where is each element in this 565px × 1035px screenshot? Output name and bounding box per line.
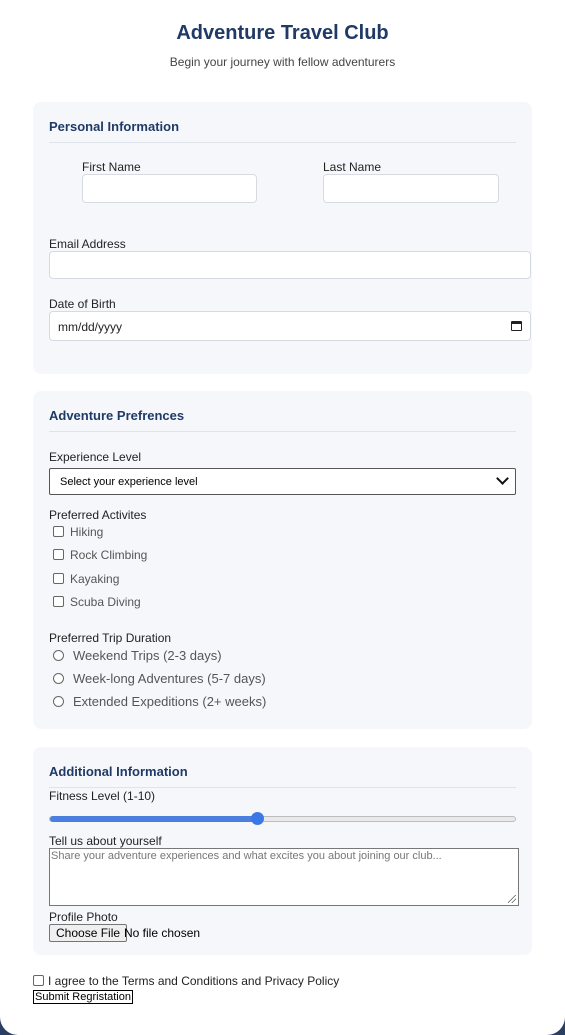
terms-label: I agree to the Terms and Conditions and …: [48, 974, 340, 988]
choose-file-button[interactable]: Choose File: [49, 924, 128, 942]
registration-card: Adventure Travel Club Begin your journey…: [0, 0, 565, 1035]
activity-kayaking[interactable]: Kayaking: [53, 572, 119, 586]
last-name-label: Last Name: [323, 160, 382, 174]
duration-extended[interactable]: Extended Expeditions (2+ weeks): [53, 694, 266, 709]
page-title: Adventure Travel Club: [176, 22, 389, 44]
activity-hiking[interactable]: Hiking: [53, 525, 103, 539]
about-placeholder: Share your adventure experiences and wha…: [51, 850, 442, 862]
additional-info-section: Additional Information Fitness Level (1-…: [33, 747, 532, 955]
section-divider: [49, 787, 516, 788]
checkbox[interactable]: [53, 549, 64, 561]
chevron-down-icon: [496, 472, 509, 485]
duration-option-label: Weekend Trips (2-3 days): [73, 648, 222, 663]
terms-checkbox[interactable]: [33, 975, 44, 987]
section-divider: [49, 142, 516, 143]
radio-button[interactable]: [53, 696, 64, 708]
about-label: Tell us about yourself: [49, 834, 162, 848]
activities-label: Preferred Activites: [49, 508, 147, 522]
last-name-input[interactable]: [323, 174, 499, 203]
duration-weekend[interactable]: Weekend Trips (2-3 days): [53, 648, 222, 663]
dob-placeholder: mm/dd/yyyy: [58, 320, 123, 334]
experience-selected: Select your experience level: [60, 476, 198, 488]
duration-label: Preferred Trip Duration: [49, 631, 172, 645]
section-title: Personal Information: [49, 119, 180, 134]
experience-label: Experience Level: [49, 450, 142, 464]
activity-rock-climbing[interactable]: Rock Climbing: [53, 548, 147, 562]
dob-input[interactable]: mm/dd/yyyy: [49, 311, 531, 341]
duration-option-label: Week-long Adventures (5-7 days): [73, 671, 266, 686]
radio-button[interactable]: [53, 673, 64, 685]
section-title: Adventure Prefrences: [49, 408, 185, 423]
duration-option-label: Extended Expeditions (2+ weeks): [73, 694, 267, 709]
calendar-icon[interactable]: [511, 321, 522, 331]
experience-select[interactable]: Select your experience level: [49, 468, 516, 495]
checkbox[interactable]: [53, 596, 64, 608]
photo-label: Profile Photo: [49, 910, 118, 924]
section-divider: [49, 431, 516, 432]
email-label: Email Address: [49, 237, 126, 251]
preferences-section: Adventure Prefrences Experience Level Se…: [33, 391, 532, 729]
checkbox[interactable]: [53, 526, 64, 538]
first-name-input[interactable]: [82, 174, 257, 203]
duration-week-long[interactable]: Week-long Adventures (5-7 days): [53, 671, 266, 686]
dob-label: Date of Birth: [49, 297, 116, 311]
fitness-slider-fill: [50, 816, 257, 822]
section-title: Additional Information: [49, 764, 188, 779]
terms-row[interactable]: I agree to the Terms and Conditions and …: [33, 974, 339, 988]
fitness-slider[interactable]: [49, 812, 516, 825]
fitness-slider-thumb[interactable]: [250, 812, 264, 825]
activity-label: Scuba Diving: [70, 595, 141, 609]
submit-button[interactable]: Submit Regristation: [33, 990, 133, 1004]
activity-scuba-diving[interactable]: Scuba Diving: [53, 595, 141, 609]
first-name-label: First Name: [82, 160, 141, 174]
resize-grip-icon[interactable]: [508, 895, 516, 903]
activity-label: Hiking: [70, 525, 104, 539]
checkbox[interactable]: [53, 573, 64, 585]
radio-button[interactable]: [53, 650, 64, 662]
activity-label: Rock Climbing: [70, 548, 148, 562]
file-status: No file chosen: [124, 926, 201, 940]
fitness-label: Fitness Level (1-10): [49, 789, 156, 803]
activity-label: Kayaking: [70, 572, 120, 586]
page-subtitle: Begin your journey with fellow adventure…: [169, 55, 396, 69]
about-textarea[interactable]: Share your adventure experiences and wha…: [49, 848, 519, 906]
email-input[interactable]: [49, 251, 531, 279]
personal-info-section: Personal Information First Name Last Nam…: [33, 102, 532, 374]
